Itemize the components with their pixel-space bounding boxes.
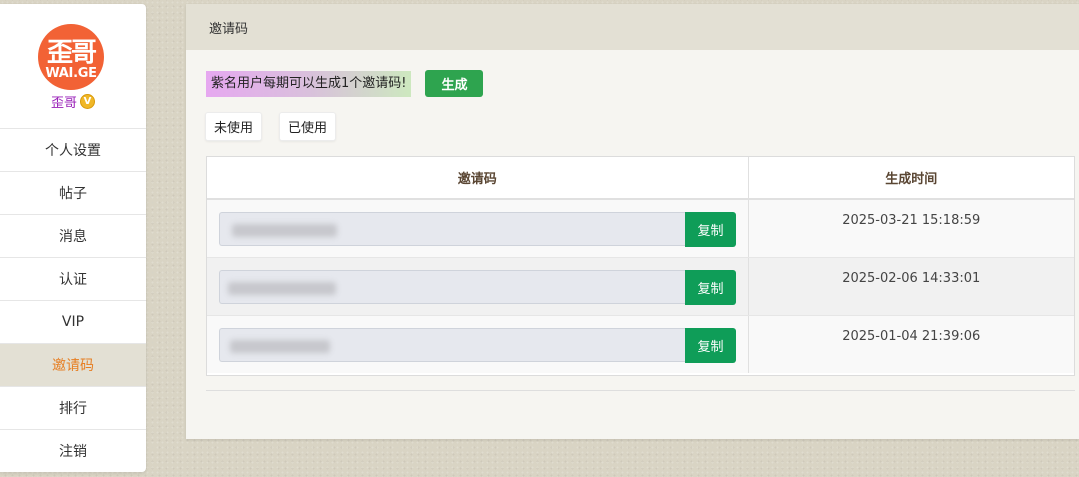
divider xyxy=(206,390,1075,391)
filter-used-button[interactable]: 已使用 xyxy=(279,112,337,141)
notice-row: 紫名用户每期可以生成1个邀请码! 生成 xyxy=(206,70,484,97)
filter-row: 未使用 已使用 xyxy=(205,112,337,141)
time-cell: 2025-01-04 21:39:06 xyxy=(748,315,1074,373)
sidebar-item-posts[interactable]: 帖子 xyxy=(0,171,146,214)
sidebar-item-verification[interactable]: 认证 xyxy=(0,257,146,300)
page-title: 邀请码 xyxy=(209,21,249,37)
table-row: 复制 2025-01-04 21:39:06 xyxy=(207,315,1074,373)
sidebar-item-messages[interactable]: 消息 xyxy=(0,214,146,257)
username-row: 歪哥 V xyxy=(0,92,146,111)
avatar-logo-mark: 歪哥 xyxy=(46,38,97,68)
sidebar-item-personal-settings[interactable]: 个人设置 xyxy=(0,128,146,171)
table-header-row: 邀请码 生成时间 xyxy=(207,157,1074,200)
invite-code-panel: 邀请码 紫名用户每期可以生成1个邀请码! 生成 未使用 已使用 邀请码 生成时间 xyxy=(186,4,1079,439)
sidebar-item-logout[interactable]: 注销 xyxy=(0,429,146,472)
code-cell: 复制 xyxy=(207,315,749,373)
time-cell: 2025-02-06 14:33:01 xyxy=(748,257,1074,316)
table-row: 复制 2025-03-21 15:18:59 xyxy=(207,199,1074,258)
copy-button[interactable]: 复制 xyxy=(685,269,736,305)
redacted-code xyxy=(230,339,330,353)
invite-code-field[interactable] xyxy=(219,212,685,246)
copy-button[interactable]: 复制 xyxy=(685,212,736,247)
redacted-code xyxy=(232,224,337,237)
avatar-logo-brand: WAI.GE xyxy=(45,66,97,81)
table-row: 复制 2025-02-06 14:33:01 xyxy=(207,257,1074,316)
redacted-code xyxy=(228,281,336,295)
sidebar-item-ranking[interactable]: 排行 xyxy=(0,386,146,429)
column-header-code: 邀请码 xyxy=(207,157,749,200)
column-header-time: 生成时间 xyxy=(748,157,1074,200)
invite-code-table: 邀请码 生成时间 复制 2025-03-21 15:18:59 复制 2025-… xyxy=(206,156,1075,376)
sidebar-nav: 个人设置 帖子 消息 认证 VIP 邀请码 排行 注销 xyxy=(0,128,146,472)
notice-text: 紫名用户每期可以生成1个邀请码! xyxy=(206,70,412,97)
invite-code-field[interactable] xyxy=(219,327,685,362)
avatar[interactable]: 歪哥 WAI.GE xyxy=(38,24,104,90)
filter-unused-button[interactable]: 未使用 xyxy=(205,112,263,141)
invite-code-field[interactable] xyxy=(219,269,685,304)
code-cell: 复制 xyxy=(207,199,749,258)
sidebar: 歪哥 WAI.GE 歪哥 V 个人设置 帖子 消息 认证 VIP 邀请码 排行 … xyxy=(0,4,146,472)
code-cell: 复制 xyxy=(207,257,749,316)
vip-badge-icon: V xyxy=(80,94,95,109)
copy-button[interactable]: 复制 xyxy=(685,327,736,363)
username[interactable]: 歪哥 xyxy=(51,92,77,111)
user-profile: 歪哥 WAI.GE 歪哥 V xyxy=(0,4,146,128)
sidebar-item-invite-code[interactable]: 邀请码 xyxy=(0,343,146,386)
panel-header: 邀请码 xyxy=(186,4,1079,50)
generate-button[interactable]: 生成 xyxy=(425,70,484,97)
sidebar-item-vip[interactable]: VIP xyxy=(0,300,146,343)
time-cell: 2025-03-21 15:18:59 xyxy=(748,199,1074,258)
